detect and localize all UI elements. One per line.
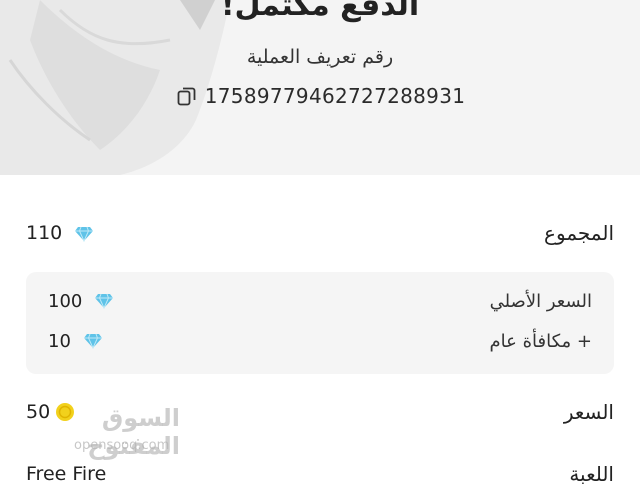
price-label: السعر xyxy=(563,400,614,424)
coin-icon xyxy=(54,401,76,423)
total-amount: 110 xyxy=(26,222,63,244)
transaction-id-value: 17589779462727288931 xyxy=(204,84,466,108)
header-banner: الدفع مكتمل! رقم تعريف العملية 175897794… xyxy=(0,0,640,175)
price-amount: 50 xyxy=(26,401,51,423)
original-price-amount: 100 xyxy=(48,290,83,312)
bonus-label: + مكافأة عام xyxy=(489,330,592,352)
price-value: 50 xyxy=(26,401,76,423)
price-breakdown-card: 100 السعر الأصلي 10 + مكافأة عام xyxy=(26,272,614,374)
watermark-url: opensooq.com xyxy=(74,438,170,453)
price-row: 50 السعر xyxy=(26,396,614,428)
total-label: المجموع xyxy=(544,221,614,245)
game-value: Free Fire xyxy=(26,463,107,485)
diamond-icon xyxy=(74,225,94,243)
total-value: 110 xyxy=(26,222,94,244)
original-price-value: 100 xyxy=(48,291,114,312)
game-label: اللعبة xyxy=(569,462,614,486)
transaction-id-label: رقم تعريف العملية xyxy=(246,46,394,68)
diamond-icon xyxy=(94,293,114,310)
transaction-id-row: 17589779462727288931 xyxy=(0,84,640,108)
breakdown-row: 100 السعر الأصلي xyxy=(48,286,592,316)
total-row: 110 المجموع xyxy=(26,217,614,249)
breakdown-row: 10 + مكافأة عام xyxy=(48,326,592,356)
bonus-amount: 10 xyxy=(48,330,71,352)
bonus-value: 10 xyxy=(48,331,103,352)
diamond-icon xyxy=(83,333,103,350)
page-title: الدفع مكتمل! xyxy=(220,0,420,23)
original-price-label: السعر الأصلي xyxy=(489,290,592,312)
game-row: Free Fire اللعبة xyxy=(26,458,614,490)
copy-icon[interactable] xyxy=(175,84,199,108)
